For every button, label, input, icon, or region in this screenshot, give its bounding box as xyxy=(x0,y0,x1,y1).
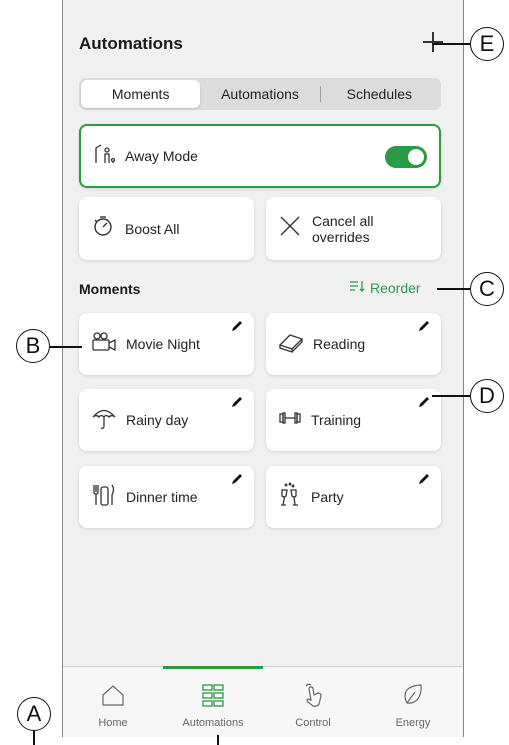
hand-touch-icon xyxy=(300,681,326,709)
moment-label: Rainy day xyxy=(126,412,189,428)
tab-home[interactable]: Home xyxy=(63,667,163,737)
phone-screen: Automations Moments Automations Schedule… xyxy=(62,0,464,737)
tab-label: Control xyxy=(295,717,331,729)
moment-dinner-time[interactable]: Dinner time xyxy=(79,466,254,528)
bottom-tab-bar: Home Automations Control Energy xyxy=(63,666,463,737)
movie-camera-icon xyxy=(91,331,117,358)
book-icon xyxy=(278,331,304,358)
callout-a: A xyxy=(17,697,51,731)
away-person-icon xyxy=(93,142,117,171)
moment-movie-night[interactable]: Movie Night xyxy=(79,313,254,375)
callout-d: D xyxy=(470,379,504,413)
segment-moments[interactable]: Moments xyxy=(81,80,201,108)
edit-pencil-icon[interactable] xyxy=(417,395,431,414)
tab-control[interactable]: Control xyxy=(263,667,363,737)
cancel-line-2: overrides xyxy=(312,228,370,245)
reorder-label: Reorder xyxy=(370,279,421,296)
tab-automations[interactable]: Automations xyxy=(163,666,263,737)
timer-icon xyxy=(91,214,115,243)
callout-d-line xyxy=(432,395,470,397)
moment-label: Party xyxy=(311,489,344,505)
page-title: Automations xyxy=(79,34,183,53)
moment-training[interactable]: Training xyxy=(266,389,441,451)
moment-label: Reading xyxy=(313,336,366,352)
away-mode-card[interactable]: Away Mode xyxy=(79,124,441,188)
dining-icon xyxy=(91,483,117,512)
cancel-overrides-label: Cancel all overrides xyxy=(312,213,373,245)
segmented-control: Moments Automations Schedules xyxy=(79,78,441,110)
edit-pencil-icon[interactable] xyxy=(417,472,431,491)
tab-energy[interactable]: Energy xyxy=(363,667,463,737)
away-mode-label: Away Mode xyxy=(125,148,198,164)
dumbbell-icon xyxy=(278,410,302,431)
callout-c: C xyxy=(470,272,504,306)
toggle-knob xyxy=(408,149,424,165)
cancel-overrides-button[interactable]: Cancel all overrides xyxy=(266,197,441,260)
moment-label: Movie Night xyxy=(126,336,200,352)
callout-b: B xyxy=(16,329,50,363)
away-mode-toggle[interactable] xyxy=(385,146,427,168)
moment-rainy-day[interactable]: Rainy day xyxy=(79,389,254,451)
callout-c-line xyxy=(437,288,470,290)
moments-section-title: Moments xyxy=(79,281,141,297)
callout-e-line xyxy=(432,43,470,45)
boost-all-label: Boost All xyxy=(125,220,180,237)
champagne-icon xyxy=(278,482,302,513)
callout-a-line xyxy=(33,731,35,745)
reorder-button[interactable]: Reorder xyxy=(349,279,421,296)
grid-icon xyxy=(201,681,225,709)
close-icon xyxy=(278,214,302,243)
add-plus-icon[interactable] xyxy=(423,32,443,52)
edit-pencil-icon[interactable] xyxy=(417,319,431,338)
segment-automations[interactable]: Automations xyxy=(200,80,319,108)
leaf-icon xyxy=(401,681,425,709)
edit-pencil-icon[interactable] xyxy=(230,472,244,491)
moment-label: Dinner time xyxy=(126,489,198,505)
reorder-icon xyxy=(349,279,365,296)
home-icon xyxy=(101,681,125,709)
callout-e: E xyxy=(470,27,504,61)
callout-b-line xyxy=(50,346,82,348)
callout-automations-line xyxy=(217,735,219,745)
tab-label: Energy xyxy=(395,717,431,729)
edit-pencil-icon[interactable] xyxy=(230,395,244,414)
segment-schedules[interactable]: Schedules xyxy=(319,80,439,108)
moment-reading[interactable]: Reading xyxy=(266,313,441,375)
boost-all-button[interactable]: Boost All xyxy=(79,197,254,260)
cancel-line-1: Cancel all xyxy=(312,212,374,229)
tab-label: Automations xyxy=(182,717,244,729)
edit-pencil-icon[interactable] xyxy=(230,319,244,338)
moment-party[interactable]: Party xyxy=(266,466,441,528)
moment-label: Training xyxy=(311,412,362,428)
umbrella-icon xyxy=(91,406,117,435)
tab-label: Home xyxy=(98,717,128,729)
